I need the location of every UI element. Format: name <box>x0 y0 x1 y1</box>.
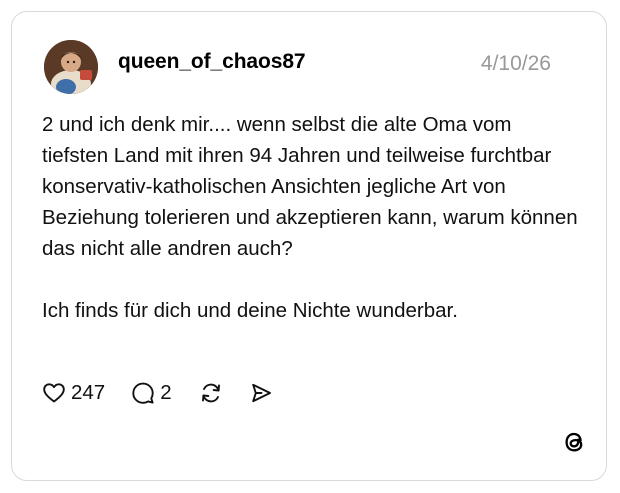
avatar[interactable] <box>44 40 98 94</box>
share-button[interactable] <box>249 381 273 405</box>
comment-bubble-icon <box>132 382 154 404</box>
repost-button[interactable] <box>199 381 223 405</box>
heart-icon <box>43 383 65 403</box>
action-bar: 247 2 <box>42 378 273 408</box>
threads-logo-icon <box>561 429 587 455</box>
like-button[interactable]: 247 <box>42 381 105 405</box>
avatar-photo <box>44 40 98 94</box>
like-count: 247 <box>71 381 106 404</box>
post-paragraph: 2 und ich denk mir.... wenn selbst die a… <box>42 113 578 260</box>
post-date: 4/10/26 <box>480 52 551 75</box>
post-body: 2 und ich denk mir.... wenn selbst die a… <box>42 109 582 326</box>
post-card: queen_of_chaos87 4/10/26 2 und ich denk … <box>11 11 607 481</box>
reply-count: 2 <box>160 381 172 404</box>
repost-icon <box>201 383 220 403</box>
reply-button[interactable]: 2 <box>131 381 172 405</box>
post-paragraph: Ich finds für dich und deine Nichte wund… <box>42 299 458 322</box>
username[interactable]: queen_of_chaos87 <box>118 50 306 74</box>
send-icon <box>251 383 271 403</box>
